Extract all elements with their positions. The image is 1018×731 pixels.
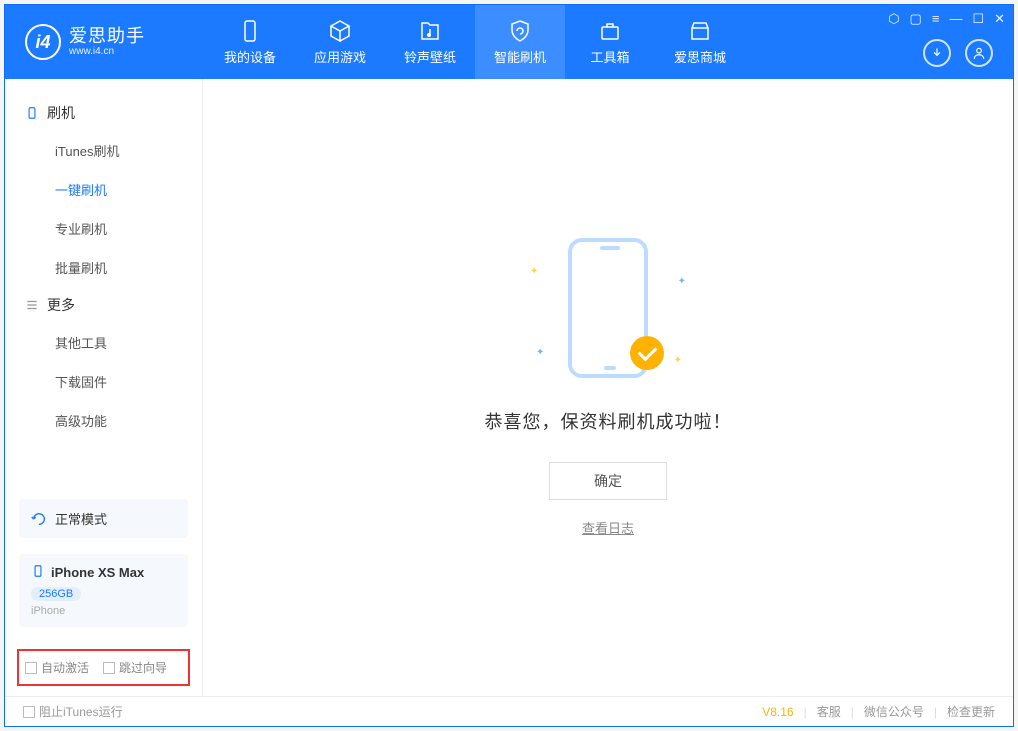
shop-icon xyxy=(688,19,712,43)
checkbox-icon xyxy=(103,662,115,674)
refresh-icon xyxy=(31,511,47,527)
customer-service-link[interactable]: 客服 xyxy=(817,703,841,720)
tab-smart-flash[interactable]: 智能刷机 xyxy=(475,5,565,79)
checkbox-label: 阻止iTunes运行 xyxy=(39,703,123,720)
checkbox-label: 自动激活 xyxy=(41,659,89,676)
statusbar-right: V8.16 | 客服 | 微信公众号 | 检查更新 xyxy=(762,703,995,720)
separator: | xyxy=(851,705,854,719)
music-folder-icon xyxy=(418,19,442,43)
titlebar: i4 爱思助手 www.i4.cn 我的设备 应用游戏 铃声壁纸 智能刷机 xyxy=(5,5,1013,79)
sparkle-icon: ✦ xyxy=(530,266,538,277)
section-label: 刷机 xyxy=(47,103,75,123)
version-label: V8.16 xyxy=(762,705,793,719)
sidebar-item-itunes-flash[interactable]: iTunes刷机 xyxy=(5,131,202,170)
tab-my-device[interactable]: 我的设备 xyxy=(205,5,295,79)
checkmark-badge-icon xyxy=(630,336,664,370)
tab-store[interactable]: 爱思商城 xyxy=(655,5,745,79)
app-name: 爱思助手 xyxy=(69,27,145,47)
feedback-icon[interactable]: ▢ xyxy=(910,11,922,27)
checkbox-block-itunes[interactable]: 阻止iTunes运行 xyxy=(23,703,123,720)
cube-icon xyxy=(328,19,352,43)
sidebar: 刷机 iTunes刷机 一键刷机 专业刷机 批量刷机 更多 其他工具 下载固件 … xyxy=(5,79,203,696)
toolbox-icon xyxy=(598,19,622,43)
app-logo-icon: i4 xyxy=(25,24,61,60)
sidebar-section-flash: 刷机 xyxy=(5,95,202,131)
device-mode-card[interactable]: 正常模式 xyxy=(19,499,188,538)
minimize-button[interactable]: — xyxy=(949,11,962,27)
tab-label: 智能刷机 xyxy=(494,47,546,66)
check-update-link[interactable]: 检查更新 xyxy=(947,703,995,720)
tab-label: 爱思商城 xyxy=(674,47,726,66)
view-log-link[interactable]: 查看日志 xyxy=(582,518,634,537)
tab-ringtone-wallpaper[interactable]: 铃声壁纸 xyxy=(385,5,475,79)
ok-button[interactable]: 确定 xyxy=(549,462,667,500)
body-area: 刷机 iTunes刷机 一键刷机 专业刷机 批量刷机 更多 其他工具 下载固件 … xyxy=(5,79,1013,696)
app-url: www.i4.cn xyxy=(69,46,145,57)
phone-outline-icon xyxy=(25,106,39,120)
wechat-link[interactable]: 微信公众号 xyxy=(864,703,924,720)
main-content: ✦ ✦ ✦ ✦ 恭喜您，保资料刷机成功啦！ 确定 查看日志 xyxy=(203,79,1013,696)
tab-toolbox[interactable]: 工具箱 xyxy=(565,5,655,79)
sidebar-item-batch-flash[interactable]: 批量刷机 xyxy=(5,248,202,287)
sidebar-item-onekey-flash[interactable]: 一键刷机 xyxy=(5,170,202,209)
sidebar-item-advanced[interactable]: 高级功能 xyxy=(5,401,202,440)
sidebar-item-download-firmware[interactable]: 下载固件 xyxy=(5,362,202,401)
section-label: 更多 xyxy=(47,295,75,315)
tab-label: 应用游戏 xyxy=(314,47,366,66)
separator: | xyxy=(804,705,807,719)
checkbox-label: 跳过向导 xyxy=(119,659,167,676)
window-controls: ⬡ ▢ ≡ — ☐ ✕ xyxy=(888,11,1005,27)
sidebar-item-pro-flash[interactable]: 专业刷机 xyxy=(5,209,202,248)
tab-label: 我的设备 xyxy=(224,47,276,66)
list-icon xyxy=(25,298,39,312)
sidebar-section-more: 更多 xyxy=(5,287,202,323)
device-small-icon xyxy=(31,564,45,581)
shirt-icon[interactable]: ⬡ xyxy=(888,11,899,27)
checkbox-auto-activate[interactable]: 自动激活 xyxy=(25,659,89,676)
sidebar-options-highlight: 自动激活 跳过向导 xyxy=(17,649,190,686)
device-type: iPhone xyxy=(31,605,176,617)
sparkle-icon: ✦ xyxy=(536,347,544,358)
mode-label: 正常模式 xyxy=(55,509,107,528)
app-title: 爱思助手 www.i4.cn xyxy=(69,27,145,58)
checkbox-icon xyxy=(23,706,35,718)
menu-icon[interactable]: ≡ xyxy=(932,11,940,27)
statusbar-left: 阻止iTunes运行 xyxy=(23,703,123,720)
checkbox-skip-guide[interactable]: 跳过向导 xyxy=(103,659,167,676)
close-button[interactable]: ✕ xyxy=(994,11,1005,27)
separator: | xyxy=(934,705,937,719)
download-icon[interactable] xyxy=(923,39,951,67)
maximize-button[interactable]: ☐ xyxy=(972,11,984,27)
tab-apps-games[interactable]: 应用游戏 xyxy=(295,5,385,79)
device-info-card[interactable]: iPhone XS Max 256GB iPhone xyxy=(19,554,188,627)
shield-refresh-icon xyxy=(508,19,532,43)
tab-label: 铃声壁纸 xyxy=(404,47,456,66)
device-capacity: 256GB xyxy=(31,587,81,601)
sparkle-icon: ✦ xyxy=(674,355,682,366)
nav-tabs: 我的设备 应用游戏 铃声壁纸 智能刷机 工具箱 爱思商城 xyxy=(205,5,745,79)
sidebar-item-other-tools[interactable]: 其他工具 xyxy=(5,323,202,362)
checkbox-icon xyxy=(25,662,37,674)
user-icon[interactable] xyxy=(965,39,993,67)
app-window: i4 爱思助手 www.i4.cn 我的设备 应用游戏 铃声壁纸 智能刷机 xyxy=(4,4,1014,727)
header-right-icons xyxy=(923,39,993,67)
success-message: 恭喜您，保资料刷机成功啦！ xyxy=(485,408,732,434)
device-name: iPhone XS Max xyxy=(51,565,144,580)
logo-area: i4 爱思助手 www.i4.cn xyxy=(5,24,205,60)
tab-label: 工具箱 xyxy=(590,47,629,66)
sparkle-icon: ✦ xyxy=(678,276,686,287)
phone-icon xyxy=(238,19,262,43)
statusbar: 阻止iTunes运行 V8.16 | 客服 | 微信公众号 | 检查更新 xyxy=(5,696,1013,726)
success-illustration: ✦ ✦ ✦ ✦ xyxy=(548,238,668,388)
